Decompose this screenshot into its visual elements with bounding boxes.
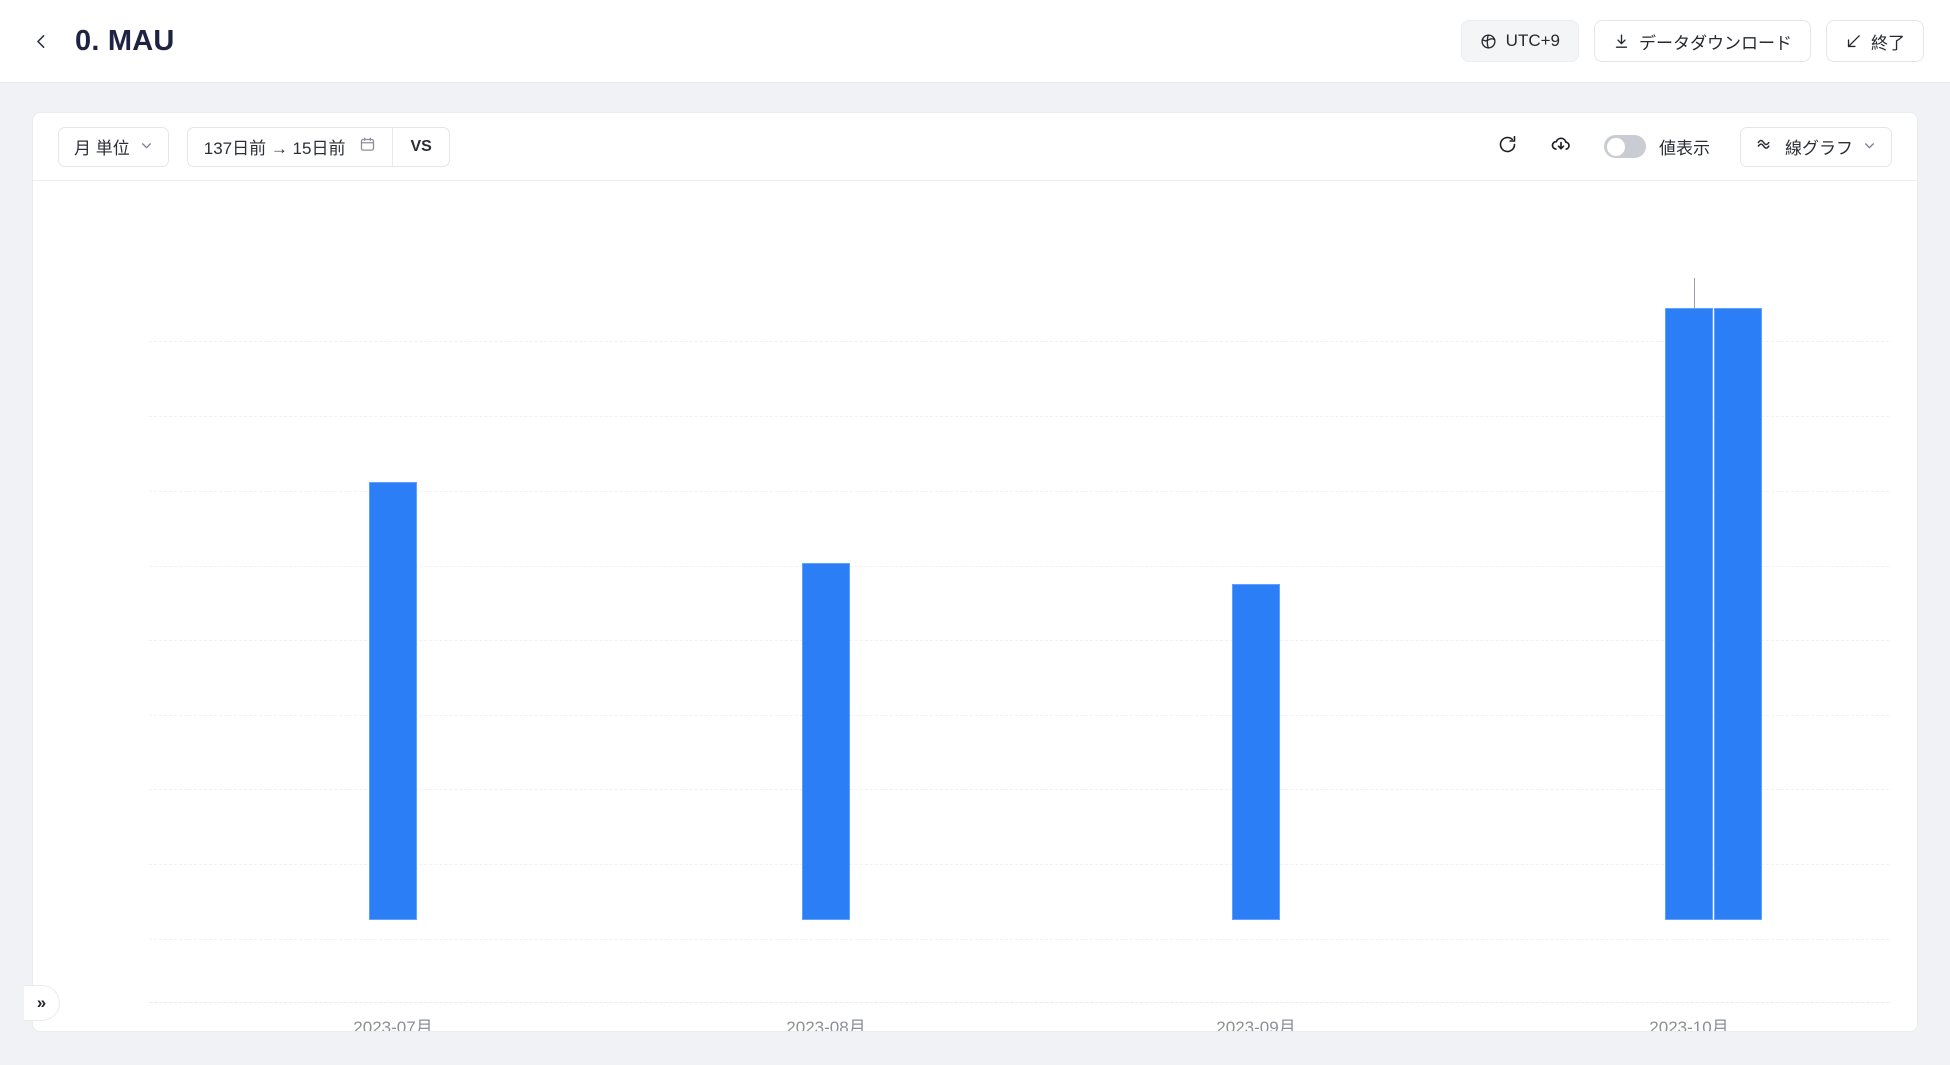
axis-baseline [149, 1002, 1889, 1003]
exit-button[interactable]: 終了 [1826, 20, 1924, 62]
chart-plot-area[interactable]: 2023-07月 2023-08月 2023-09月 2023-10月 DAU.… [33, 181, 1917, 1032]
x-axis-label: 2023-07月 [353, 1018, 433, 1032]
chart-type-label: 線グラフ [1785, 139, 1853, 158]
unit-select[interactable]: 月 単位 [58, 126, 169, 167]
x-axis-label: 2023-08月 [786, 1018, 866, 1032]
chevron-down-icon [140, 139, 153, 154]
refresh-icon [1497, 134, 1518, 160]
bar-2023-07[interactable] [369, 482, 417, 920]
value-display-label: 値表示 [1659, 139, 1710, 158]
download-icon [1613, 33, 1630, 50]
chevron-down-icon [1863, 139, 1876, 154]
chevron-left-icon [33, 33, 50, 50]
exit-icon [1845, 33, 1862, 50]
gridline [149, 939, 1889, 940]
exit-label: 終了 [1871, 33, 1905, 53]
toggle-knob [1606, 137, 1625, 156]
gridline [149, 341, 1889, 342]
top-header-bar: 0. MAU UTC+9 データダウンロード 終了 [0, 0, 1950, 83]
header-actions: UTC+9 データダウンロード 終了 [1460, 20, 1924, 62]
gridline [149, 416, 1889, 417]
page-title: 0. MAU [75, 24, 175, 57]
back-button[interactable] [24, 24, 58, 58]
chart-toolbar-right: 値表示 線グラフ [1492, 126, 1892, 167]
chart-type-select[interactable]: 線グラフ [1740, 126, 1892, 167]
value-display-toggle[interactable] [1604, 135, 1646, 158]
x-axis-label: 2023-09月 [1216, 1018, 1296, 1032]
data-download-label: データダウンロード [1639, 33, 1792, 53]
cloud-download-icon [1550, 133, 1572, 160]
globe-icon [1480, 33, 1497, 50]
date-range-group: 137日前 → 15日前 VS [186, 126, 450, 167]
chart-toolbar: 月 単位 137日前 → 15日前 VS 値表示 線グラフ [33, 113, 1917, 181]
chart-card: 月 単位 137日前 → 15日前 VS 値表示 線グラフ 2023-07月 2… [32, 112, 1918, 1032]
cloud-download-button[interactable] [1546, 132, 1576, 162]
timezone-label: UTC+9 [1505, 31, 1560, 50]
data-download-button[interactable]: データダウンロード [1594, 20, 1811, 62]
date-range-label: 137日前 → 15日前 [203, 139, 346, 158]
bar-2023-10[interactable] [1665, 308, 1713, 920]
bar-2023-10-comparison[interactable] [1714, 308, 1762, 920]
expand-sidebar-button[interactable]: » [24, 985, 60, 1021]
chevrons-right-icon: » [36, 993, 47, 1012]
vs-compare-button[interactable]: VS [393, 128, 448, 166]
refresh-button[interactable] [1492, 132, 1522, 162]
value-display-toggle-group: 値表示 [1604, 134, 1710, 159]
x-axis-label: 2023-10月 [1649, 1018, 1729, 1032]
wave-icon [1756, 135, 1775, 159]
bar-2023-09[interactable] [1232, 584, 1280, 920]
bar-2023-08[interactable] [802, 563, 850, 920]
timezone-button[interactable]: UTC+9 [1460, 20, 1579, 62]
unit-select-label: 月 単位 [74, 139, 130, 158]
date-range-picker[interactable]: 137日前 → 15日前 [188, 128, 393, 166]
calendar-icon [359, 136, 376, 158]
